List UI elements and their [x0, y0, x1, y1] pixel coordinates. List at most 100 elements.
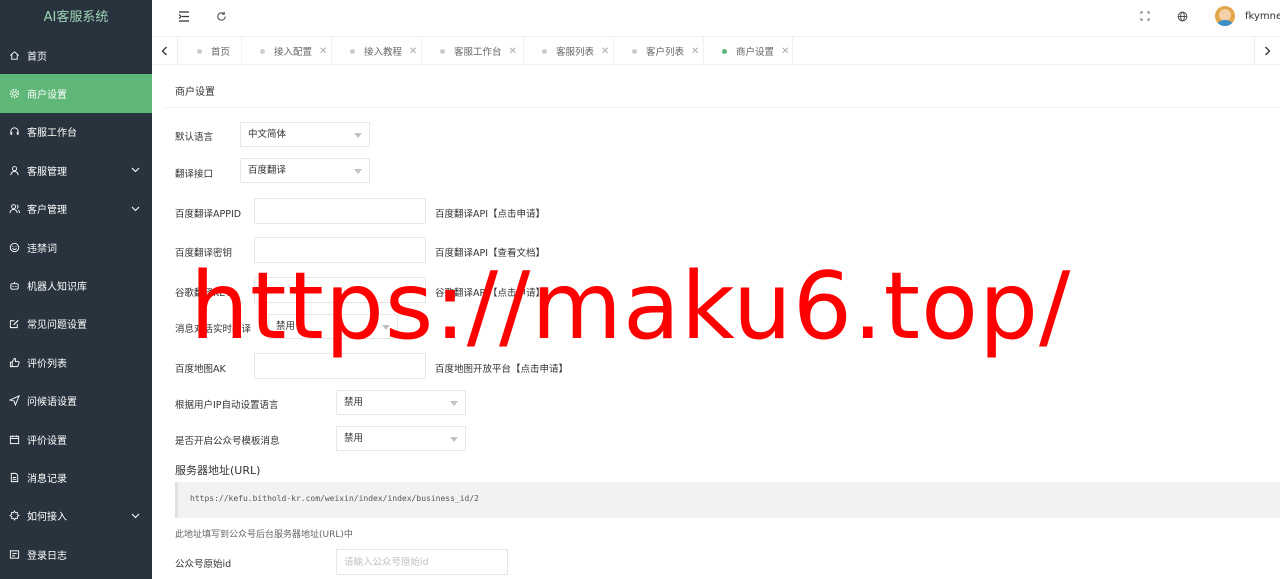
chevron-down-icon[interactable] [130, 165, 140, 175]
close-icon[interactable]: ✕ [409, 46, 417, 57]
refresh-icon[interactable] [214, 9, 228, 23]
sidebar-item-3[interactable]: 客服管理 [0, 151, 152, 189]
sidebar-item-label: 机器人知识库 [27, 282, 87, 294]
tab-4[interactable]: 客服列表 ✕ [524, 37, 614, 65]
user-icon [8, 164, 20, 176]
sidebar-item-label: 评价列表 [27, 358, 67, 370]
sidebar-item-label: 商户设置 [27, 90, 67, 102]
send-icon [8, 395, 20, 407]
sidebar-item-label: 问候语设置 [27, 397, 77, 409]
tab-scroll-right-icon[interactable] [1254, 37, 1280, 65]
sidebar-item-8[interactable]: 评价列表 [0, 343, 152, 381]
realtime-translate-label: 消息对话实时翻译 [175, 324, 252, 335]
sidebar-item-0[interactable]: 首页 [0, 36, 152, 74]
tab-1[interactable]: 接入配置 ✕ [242, 37, 332, 65]
default-language-select[interactable]: 中文简体 [240, 122, 370, 147]
baidu-appid-apply-link[interactable]: 百度翻译API【点击申请】 [435, 206, 545, 220]
top-header: fkymnet [152, 0, 1280, 33]
default-language-value: 中文简体 [248, 129, 287, 140]
avatar[interactable] [1215, 6, 1235, 26]
sidebar-item-4[interactable]: 客户管理 [0, 190, 152, 228]
tab-label: 客户列表 [646, 47, 685, 58]
auto-lang-by-ip-label: 根据用户IP自动设置语言 [175, 400, 279, 411]
sidebar-item-label: 评价设置 [27, 435, 67, 447]
close-icon[interactable]: ✕ [319, 46, 327, 57]
fullscreen-icon[interactable] [1138, 9, 1152, 23]
smile-icon [8, 241, 20, 253]
sidebar-item-label: 登录日志 [27, 550, 67, 562]
menu-collapse-icon[interactable] [177, 9, 191, 23]
chevron-down-icon [354, 133, 362, 138]
sidebar-item-label: 消息记录 [27, 473, 67, 485]
tab-5[interactable]: 客户列表 ✕ [614, 37, 704, 65]
edit-icon [8, 318, 20, 330]
headset-icon [8, 126, 20, 138]
default-language-label: 默认语言 [175, 132, 214, 143]
sidebar-item-label: 如何接入 [27, 512, 67, 524]
tab-label: 接入教程 [364, 47, 403, 58]
tab-status-dot [197, 48, 202, 54]
tab-status-dot [350, 48, 355, 54]
google-key-apply-link[interactable]: 谷歌翻译API【点击申请】 [435, 285, 545, 299]
sidebar-item-9[interactable]: 问候语设置 [0, 382, 152, 420]
sidebar-item-6[interactable]: 机器人知识库 [0, 266, 152, 304]
baidu-map-ak-input[interactable] [254, 353, 426, 379]
sidebar-item-label: 常见问题设置 [27, 320, 87, 332]
sidebar-item-11[interactable]: 消息记录 [0, 458, 152, 496]
server-url-title: 服务器地址(URL) [175, 464, 261, 477]
sidebar-item-label: 客服管理 [27, 166, 67, 178]
google-key-input[interactable] [254, 277, 426, 303]
sidebar-item-10[interactable]: 评价设置 [0, 420, 152, 458]
globe-icon[interactable] [1175, 9, 1189, 23]
wechat-original-id-input[interactable] [336, 549, 508, 575]
sidebar-item-7[interactable]: 常见问题设置 [0, 305, 152, 343]
calendar-icon [8, 433, 20, 445]
wechat-template-value: 禁用 [344, 433, 364, 444]
baidu-secret-input[interactable] [254, 237, 426, 263]
chevron-down-icon [382, 325, 390, 330]
baidu-appid-label: 百度翻译APPID [175, 209, 242, 220]
app-logo: AI客服系统 [43, 10, 109, 25]
close-icon[interactable]: ✕ [509, 46, 517, 57]
chevron-down-icon[interactable] [130, 511, 140, 521]
close-icon[interactable]: ✕ [601, 46, 609, 57]
wechat-template-label: 是否开启公众号模板消息 [175, 436, 280, 447]
tab-bar: 首页 接入配置 ✕ 接入教程 ✕ 客服工作台 ✕ 客服列表 ✕ 客户列表 ✕ 商户设置 ✕ [152, 36, 1280, 65]
wechat-template-select[interactable]: 禁用 [336, 426, 466, 451]
tab-status-dot [542, 48, 547, 54]
chevron-down-icon[interactable] [130, 204, 140, 214]
sidebar-item-12[interactable]: 如何接入 [0, 497, 152, 535]
tab-2[interactable]: 接入教程 ✕ [332, 37, 422, 65]
baidu-secret-docs-link[interactable]: 百度翻译API【查看文档】 [435, 245, 545, 259]
users-icon [8, 203, 20, 215]
username[interactable]: fkymnet [1245, 11, 1280, 22]
baidu-secret-label: 百度翻译密钥 [175, 248, 233, 259]
page-title: 商户设置 [163, 82, 1280, 108]
sidebar-item-1[interactable]: 商户设置 [0, 74, 152, 113]
auto-lang-by-ip-value: 禁用 [344, 397, 364, 408]
tab-0[interactable]: 首页 [179, 37, 242, 65]
baidu-map-apply-link[interactable]: 百度地图开放平台【点击申请】 [435, 361, 568, 375]
translate-api-label: 翻译接口 [175, 169, 214, 180]
realtime-translate-select[interactable]: 禁用 [268, 314, 398, 339]
log-icon [8, 548, 20, 560]
close-icon[interactable]: ✕ [691, 46, 699, 57]
user-menu[interactable]: fkymnet [1215, 6, 1280, 26]
sidebar: AI客服系统 首页商户设置客服工作台客服管理客户管理 违禁词机器人知识库 常见问题设… [0, 0, 152, 579]
google-key-label: 谷歌翻译KEY [175, 288, 232, 299]
tab-label: 客服列表 [556, 47, 595, 58]
auto-lang-by-ip-select[interactable]: 禁用 [336, 390, 466, 415]
realtime-translate-value: 禁用 [276, 321, 296, 332]
sidebar-item-2[interactable]: 客服工作台 [0, 113, 152, 151]
tab-3[interactable]: 客服工作台 ✕ [422, 37, 524, 65]
tab-6[interactable]: 商户设置 ✕ [704, 37, 793, 65]
translate-api-select[interactable]: 百度翻译 [240, 158, 370, 183]
tab-scroll-left-icon[interactable] [152, 37, 178, 65]
tab-status-dot [440, 48, 445, 54]
tab-status-dot [260, 48, 265, 54]
close-icon[interactable]: ✕ [781, 46, 789, 57]
sidebar-item-13[interactable]: 登录日志 [0, 535, 152, 573]
baidu-appid-input[interactable] [254, 198, 426, 224]
sidebar-item-5[interactable]: 违禁词 [0, 228, 152, 266]
sidebar-item-label: 客服工作台 [27, 128, 77, 140]
